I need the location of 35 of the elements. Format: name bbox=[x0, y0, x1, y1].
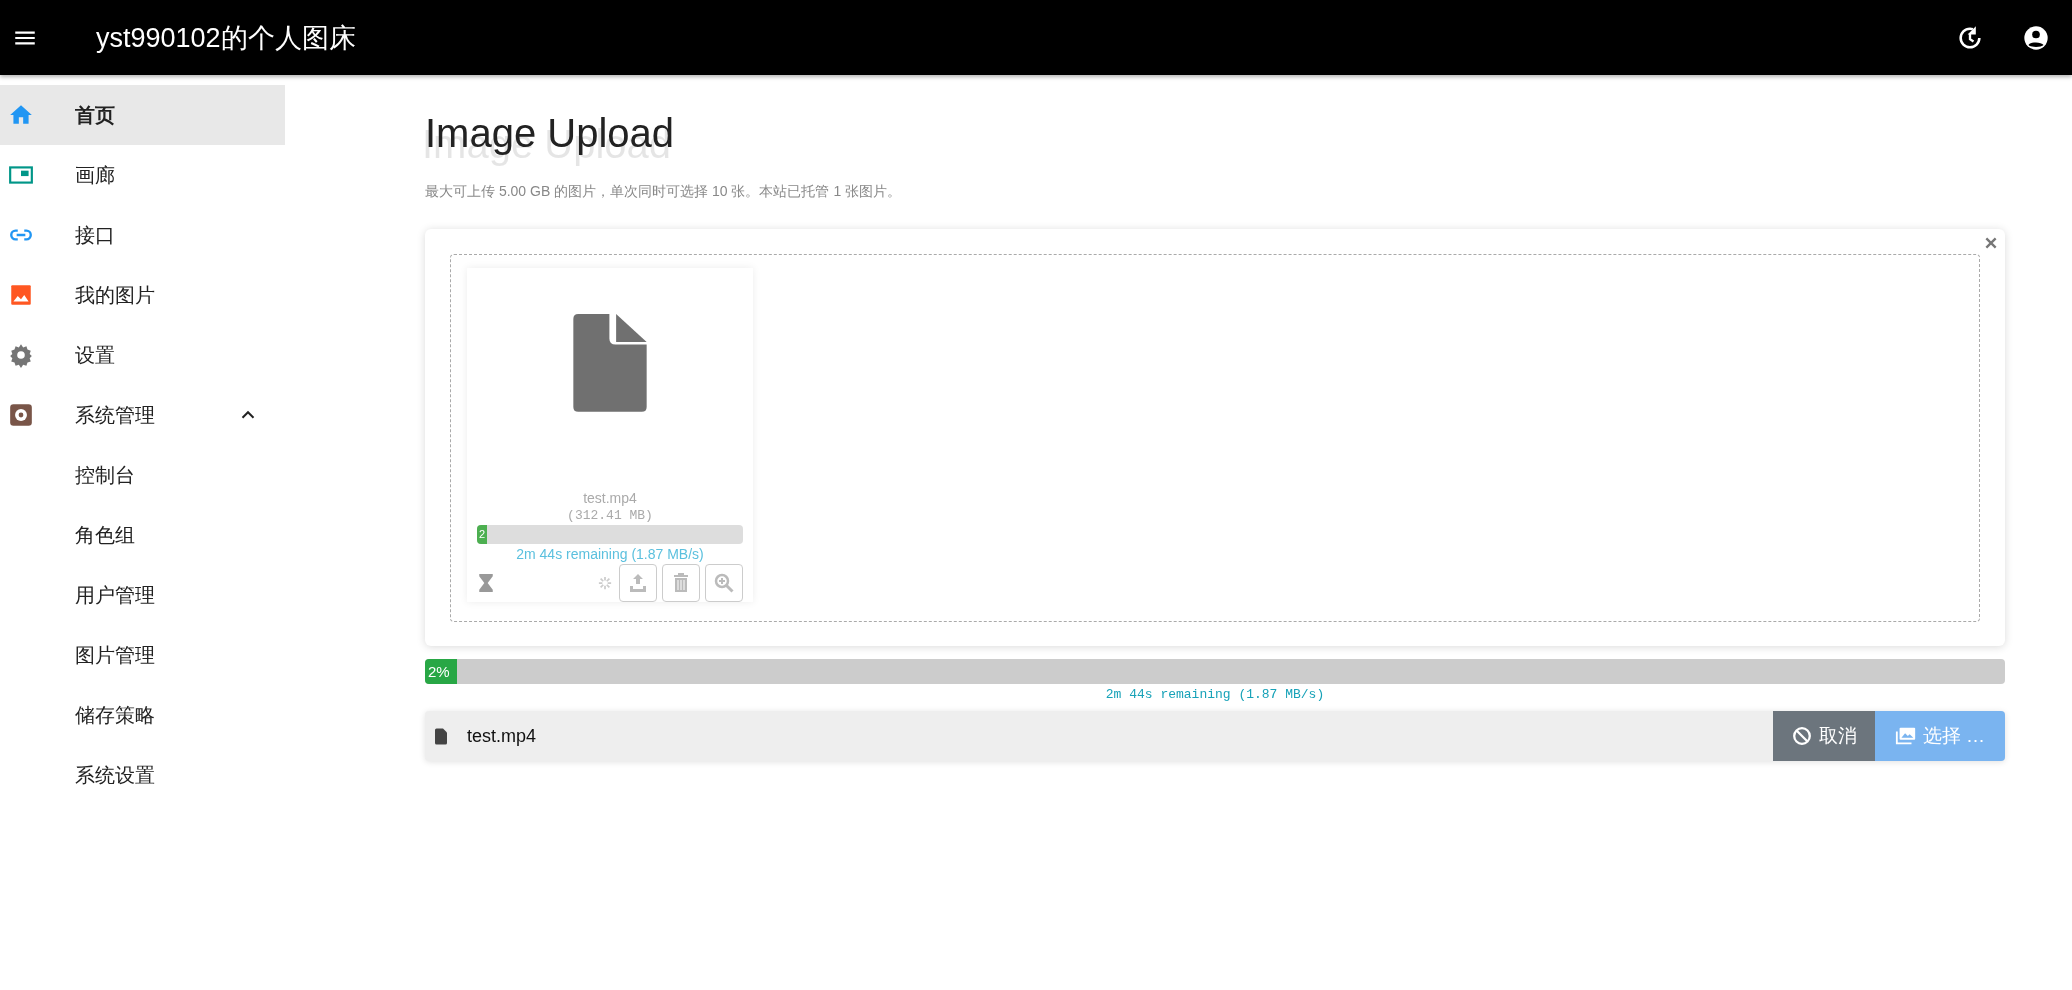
zoom-in-icon bbox=[712, 571, 736, 595]
sidebar-item[interactable]: 画廊 bbox=[0, 145, 285, 205]
cancel-button[interactable]: 取消 bbox=[1772, 711, 1875, 761]
sidebar-item[interactable]: 接口 bbox=[0, 205, 285, 265]
page-title: Image Upload bbox=[425, 110, 676, 157]
spinner-icon bbox=[598, 576, 612, 590]
file-name: test.mp4 bbox=[467, 725, 537, 747]
sidebar-item[interactable]: 角色组 bbox=[0, 505, 285, 565]
settings-icon bbox=[8, 402, 34, 428]
file-name: test.mp4 bbox=[583, 489, 637, 506]
images-icon bbox=[1894, 725, 1917, 747]
sidebar-item[interactable]: 首页 bbox=[0, 85, 285, 145]
hourglass-icon bbox=[479, 574, 493, 592]
sidebar-item[interactable]: 系统设置 bbox=[0, 745, 285, 805]
image-icon bbox=[8, 282, 34, 308]
app-title: yst990102的个人图床 bbox=[96, 21, 356, 55]
progress-fill: 2% bbox=[425, 659, 457, 684]
progress-label: 2 bbox=[478, 527, 486, 542]
account-icon[interactable] bbox=[2022, 23, 2050, 52]
file-size: (312.41 MB) bbox=[567, 507, 653, 523]
cancel-icon bbox=[1790, 725, 1813, 747]
remaining-text: 2m 44s remaining (1.87 MB/s) bbox=[516, 546, 704, 562]
sidebar-item[interactable]: 我的图片 bbox=[0, 265, 285, 325]
sidebar-item[interactable]: 系统管理 bbox=[0, 385, 285, 445]
sidebar-item[interactable]: 控制台 bbox=[0, 445, 285, 505]
sidebar-item[interactable]: 图片管理 bbox=[0, 625, 285, 685]
settings-icon bbox=[8, 342, 34, 368]
sidebar-item[interactable]: 设置 bbox=[0, 325, 285, 385]
remaining-text: 2m 44s remaining (1.87 MB/s) bbox=[1104, 687, 1326, 702]
file-caption-field[interactable]: test.mp4 取消 选择 … bbox=[425, 711, 2005, 761]
close-icon[interactable] bbox=[1983, 235, 1999, 251]
sidebar-item[interactable]: 储存策略 bbox=[0, 685, 285, 745]
upload-info-text: 最大可上传 5.00 GB 的图片，单次同时可选择 10 张。本站已托管 1 张图片。 bbox=[425, 183, 903, 201]
sidebar-item[interactable]: 用户管理 bbox=[0, 565, 285, 625]
file-icon bbox=[435, 727, 447, 745]
